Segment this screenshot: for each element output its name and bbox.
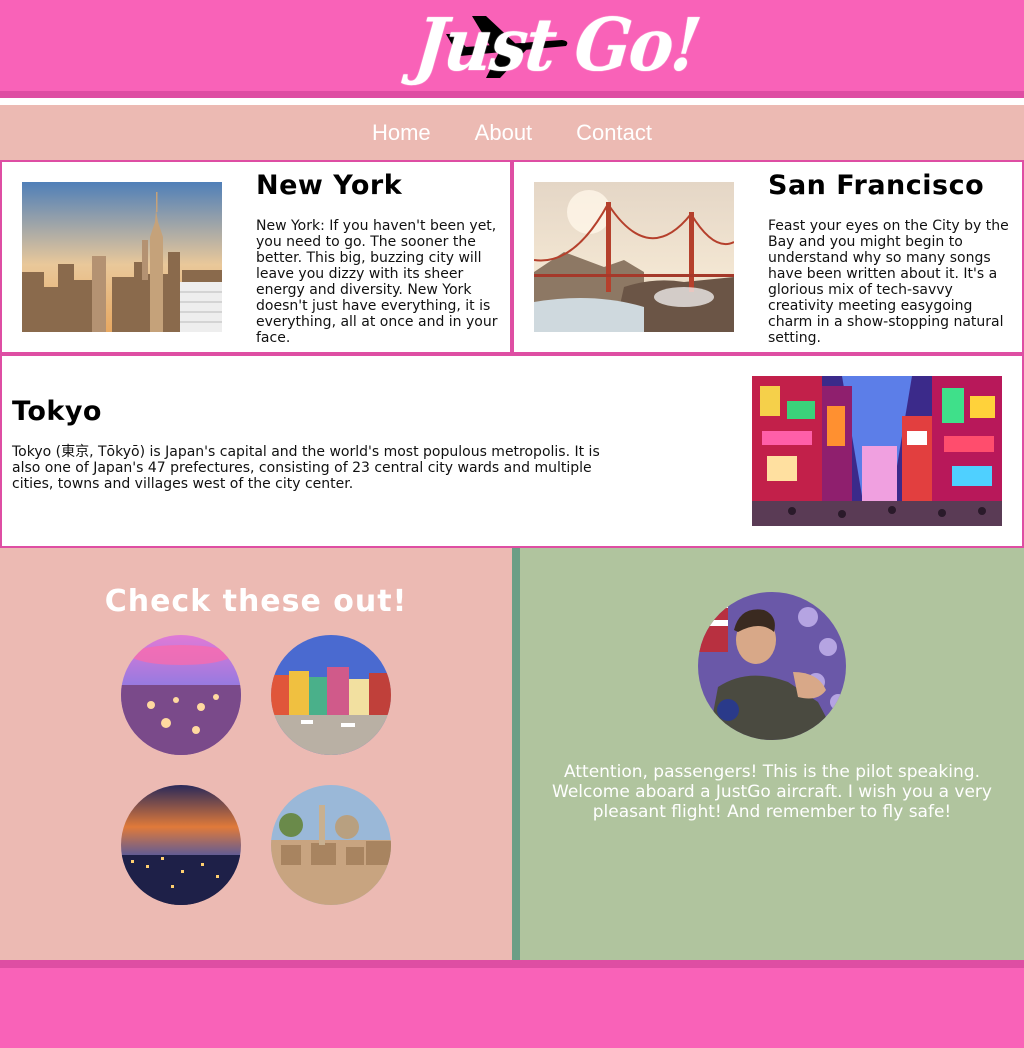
main-nav: Home About Contact — [0, 105, 1024, 160]
logo[interactable]: Just Go! — [411, 2, 703, 94]
new-york-title: New York — [256, 170, 403, 201]
gallery-thumb-city-night[interactable] — [121, 785, 241, 905]
tokyo-description: Tokyo (東京, Tōkyō) is Japan's capital and… — [12, 444, 600, 492]
nav-home-link[interactable]: Home — [372, 120, 431, 146]
gallery-heading: Check these out! — [104, 584, 408, 619]
gallery-thumb-cairo[interactable] — [271, 785, 391, 905]
pilot-message: Attention, passengers! This is the pilot… — [552, 762, 992, 822]
nav-about-link[interactable]: About — [475, 120, 533, 146]
logo-text: Just Go! — [410, 2, 704, 88]
tokyo-title: Tokyo — [12, 396, 102, 427]
new-york-description: New York: If you haven't been yet, you n… — [256, 218, 498, 346]
pilot-panel: Attention, passengers! This is the pilot… — [520, 548, 1024, 960]
nav-contact-link[interactable]: Contact — [576, 120, 652, 146]
site-footer — [0, 960, 1024, 1048]
san-francisco-description: Feast your eyes on the City by the Bay a… — [768, 218, 1009, 346]
gallery-panel: Check these out! — [0, 548, 512, 960]
pilot-avatar — [698, 592, 846, 740]
san-francisco-title: San Francisco — [768, 170, 985, 201]
san-francisco-image — [534, 182, 734, 332]
destination-card-tokyo: Tokyo Tokyo (東京, Tōkyō) is Japan's capit… — [0, 354, 1024, 548]
tokyo-image — [752, 376, 1002, 526]
panel-divider — [512, 548, 520, 960]
new-york-image — [22, 182, 222, 332]
site-header: Just Go! — [0, 0, 1024, 98]
gallery-thumb-market[interactable] — [121, 635, 241, 755]
destination-card-new-york: New York New York: If you haven't been y… — [0, 160, 512, 354]
gallery-thumb-old-town[interactable] — [271, 635, 391, 755]
destination-card-san-francisco: San Francisco Feast your eyes on the Cit… — [512, 160, 1024, 354]
